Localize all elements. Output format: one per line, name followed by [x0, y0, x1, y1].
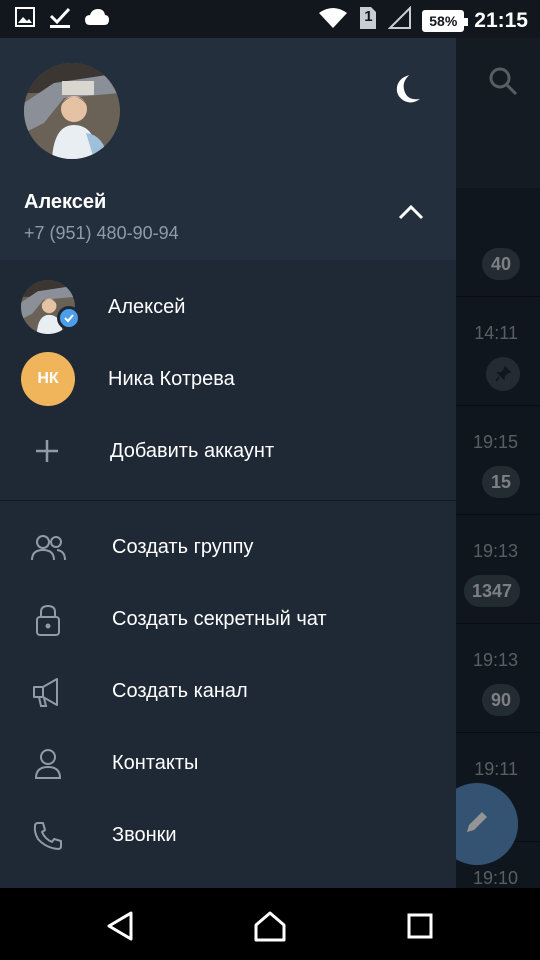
profile-name: Алексей [24, 191, 107, 213]
menu-item-label: Создать группу [112, 536, 254, 558]
account-name: Ника Котрева [108, 368, 235, 390]
menu-item-contacts[interactable]: Контакты [0, 728, 456, 800]
signal-icon [387, 5, 412, 35]
menu-item-new-secret-chat[interactable]: Создать секретный чат [0, 584, 456, 656]
image-icon [14, 6, 36, 33]
contact-icon [30, 746, 66, 782]
group-icon [30, 530, 66, 566]
add-account-button[interactable]: Добавить аккаунт [0, 416, 456, 488]
battery-level: 58% [429, 12, 458, 29]
clock: 21:15 [474, 8, 528, 32]
battery-icon: 58% [422, 9, 469, 32]
sim-slot-label: 1 [364, 8, 373, 25]
lock-icon [30, 602, 66, 638]
profile-phone: +7 (951) 480-90-94 [24, 223, 179, 243]
wifi-icon [318, 6, 348, 35]
sim-icon: 1 [358, 5, 378, 36]
navigation-drawer: Алексей +7 (951) 480-90-94 Алексей НК Ни… [0, 38, 456, 888]
home-button[interactable] [250, 906, 290, 946]
active-account-check-icon [57, 306, 81, 330]
menu-item-label: Создать канал [112, 680, 248, 702]
check-icon [48, 6, 72, 33]
phone-icon [30, 818, 66, 854]
megaphone-icon [30, 674, 66, 710]
back-icon [107, 911, 133, 941]
plus-icon [34, 438, 60, 469]
night-mode-toggle[interactable] [392, 72, 426, 111]
menu-item-label: Создать секретный чат [112, 608, 327, 630]
recents-button[interactable] [400, 906, 440, 946]
drawer-header: Алексей +7 (951) 480-90-94 [0, 38, 456, 260]
menu-item-new-group[interactable]: Создать группу [0, 512, 456, 584]
back-button[interactable] [100, 906, 140, 946]
menu-item-label: Звонки [112, 824, 177, 846]
home-icon [254, 911, 286, 942]
avatar: НК [21, 352, 75, 406]
recents-icon [407, 913, 433, 939]
chevron-up-icon[interactable] [396, 202, 426, 227]
status-bar: 1 58% 21:15 [0, 0, 540, 38]
cloud-icon [84, 7, 110, 32]
menu-item-label: Контакты [112, 752, 199, 774]
menu-item-new-channel[interactable]: Создать канал [0, 656, 456, 728]
drawer-scrim[interactable] [456, 38, 540, 888]
system-navigation-bar [0, 888, 540, 960]
account-item-alexey[interactable]: Алексей [0, 272, 456, 344]
divider [0, 500, 456, 501]
add-account-label: Добавить аккаунт [110, 440, 275, 462]
menu-item-calls[interactable]: Звонки [0, 800, 456, 872]
account-name: Алексей [108, 296, 186, 318]
account-item-nika[interactable]: НК Ника Котрева [0, 344, 456, 416]
moon-icon [396, 75, 421, 103]
profile-avatar[interactable] [24, 63, 120, 159]
